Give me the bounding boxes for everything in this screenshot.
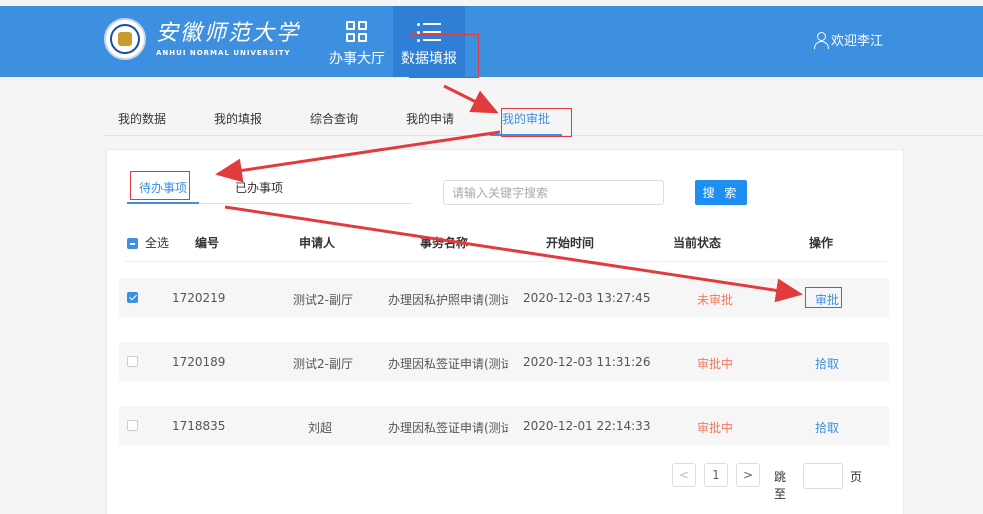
row-checkbox[interactable]	[127, 292, 138, 303]
table-row: 1718835 刘超 办理因私签证申请(测试 2020-12-01 22:14:…	[119, 406, 889, 445]
table-row: 1720189 测试2-副厅 办理因私签证申请(测试 2020-12-03 11…	[119, 342, 889, 381]
goto-page-input[interactable]	[803, 463, 843, 489]
row-matter: 办理因私护照申请(测试	[388, 293, 508, 307]
col-status: 当前状态	[673, 236, 722, 250]
sub-tab-bar: 我的数据 我的填报 综合查询 我的申请 我的审批	[104, 108, 983, 136]
select-all-checkbox[interactable]	[127, 238, 138, 249]
todo-tab-bar: 待办事项 已办事项	[127, 175, 412, 204]
table-row: 1720219 测试2-副厅 办理因私护照申请(测试 2020-12-03 13…	[119, 278, 889, 317]
row-start-time: 2020-12-03 13:27:45	[523, 291, 651, 305]
col-applicant: 申请人	[299, 236, 336, 250]
col-id: 编号	[195, 236, 220, 250]
tab-my-data[interactable]: 我的数据	[118, 110, 166, 136]
tab-my-applications[interactable]: 我的申请	[406, 110, 454, 136]
col-action: 操作	[809, 236, 834, 250]
logo-english-name: ANHUI NORMAL UNIVERSITY	[156, 49, 291, 57]
user-icon	[813, 31, 829, 49]
search-input[interactable]	[443, 180, 664, 205]
tab-pending[interactable]: 待办事项	[127, 179, 200, 204]
col-matter: 事务名称	[420, 236, 469, 250]
row-applicant: 测试2-副厅	[293, 357, 353, 371]
tab-query[interactable]: 综合查询	[310, 110, 358, 136]
university-logo[interactable]: 安徽师范大学 ANHUI NORMAL UNIVERSITY	[104, 18, 300, 60]
top-header: 安徽师范大学 ANHUI NORMAL UNIVERSITY 办事大厅 数据填报…	[0, 6, 983, 77]
row-start-time: 2020-12-03 11:31:26	[523, 355, 651, 369]
row-checkbox[interactable]	[127, 420, 138, 431]
welcome-text: 欢迎李江	[830, 34, 883, 49]
row-status: 审批中	[697, 421, 734, 435]
goto-label: 跳至	[774, 470, 787, 501]
row-checkbox[interactable]	[127, 356, 138, 367]
row-applicant: 测试2-副厅	[293, 293, 353, 307]
row-id: 1720189	[172, 355, 226, 369]
approve-link[interactable]: 审批	[815, 291, 839, 308]
approval-panel: 待办事项 已办事项 搜 索 全选 编号 申请人 事务名称 开始时间 当前状态 操…	[106, 149, 904, 514]
col-start-time: 开始时间	[546, 236, 595, 250]
logo-chinese-name: 安徽师范大学	[156, 21, 301, 46]
nav-data-report-label: 数据填报	[401, 51, 457, 67]
user-welcome[interactable]: 欢迎李江	[813, 30, 883, 49]
nav-service-hall[interactable]: 办事大厅	[322, 6, 392, 77]
row-matter: 办理因私签证申请(测试	[388, 421, 508, 435]
search-button[interactable]: 搜 索	[695, 180, 747, 205]
tab-my-approvals[interactable]: 我的审批	[490, 110, 563, 136]
row-id: 1720219	[172, 291, 226, 305]
university-seal-icon	[104, 18, 146, 60]
tab-my-reports[interactable]: 我的填报	[214, 110, 262, 136]
page-number-button[interactable]: 1	[704, 463, 728, 487]
row-start-time: 2020-12-01 22:14:33	[523, 419, 651, 433]
row-id: 1718835	[172, 419, 226, 433]
nav-service-hall-label: 办事大厅	[329, 51, 385, 67]
prev-page-button[interactable]: <	[672, 463, 696, 487]
row-matter: 办理因私签证申请(测试	[388, 357, 508, 371]
claim-link[interactable]: 拾取	[815, 355, 839, 372]
row-applicant: 刘超	[308, 421, 333, 435]
grid-icon	[345, 20, 369, 44]
list-icon	[417, 20, 441, 44]
table-header: 全选 编号 申请人 事务名称 开始时间 当前状态 操作	[125, 232, 887, 262]
row-status: 未审批	[697, 293, 734, 307]
next-page-button[interactable]: >	[736, 463, 760, 487]
page-unit-label: 页	[850, 470, 863, 484]
row-status: 审批中	[697, 357, 734, 371]
nav-data-report[interactable]: 数据填报	[393, 6, 465, 77]
tab-done[interactable]: 已办事项	[235, 179, 283, 204]
claim-link[interactable]: 拾取	[815, 419, 839, 436]
select-all-label: 全选	[145, 236, 170, 250]
